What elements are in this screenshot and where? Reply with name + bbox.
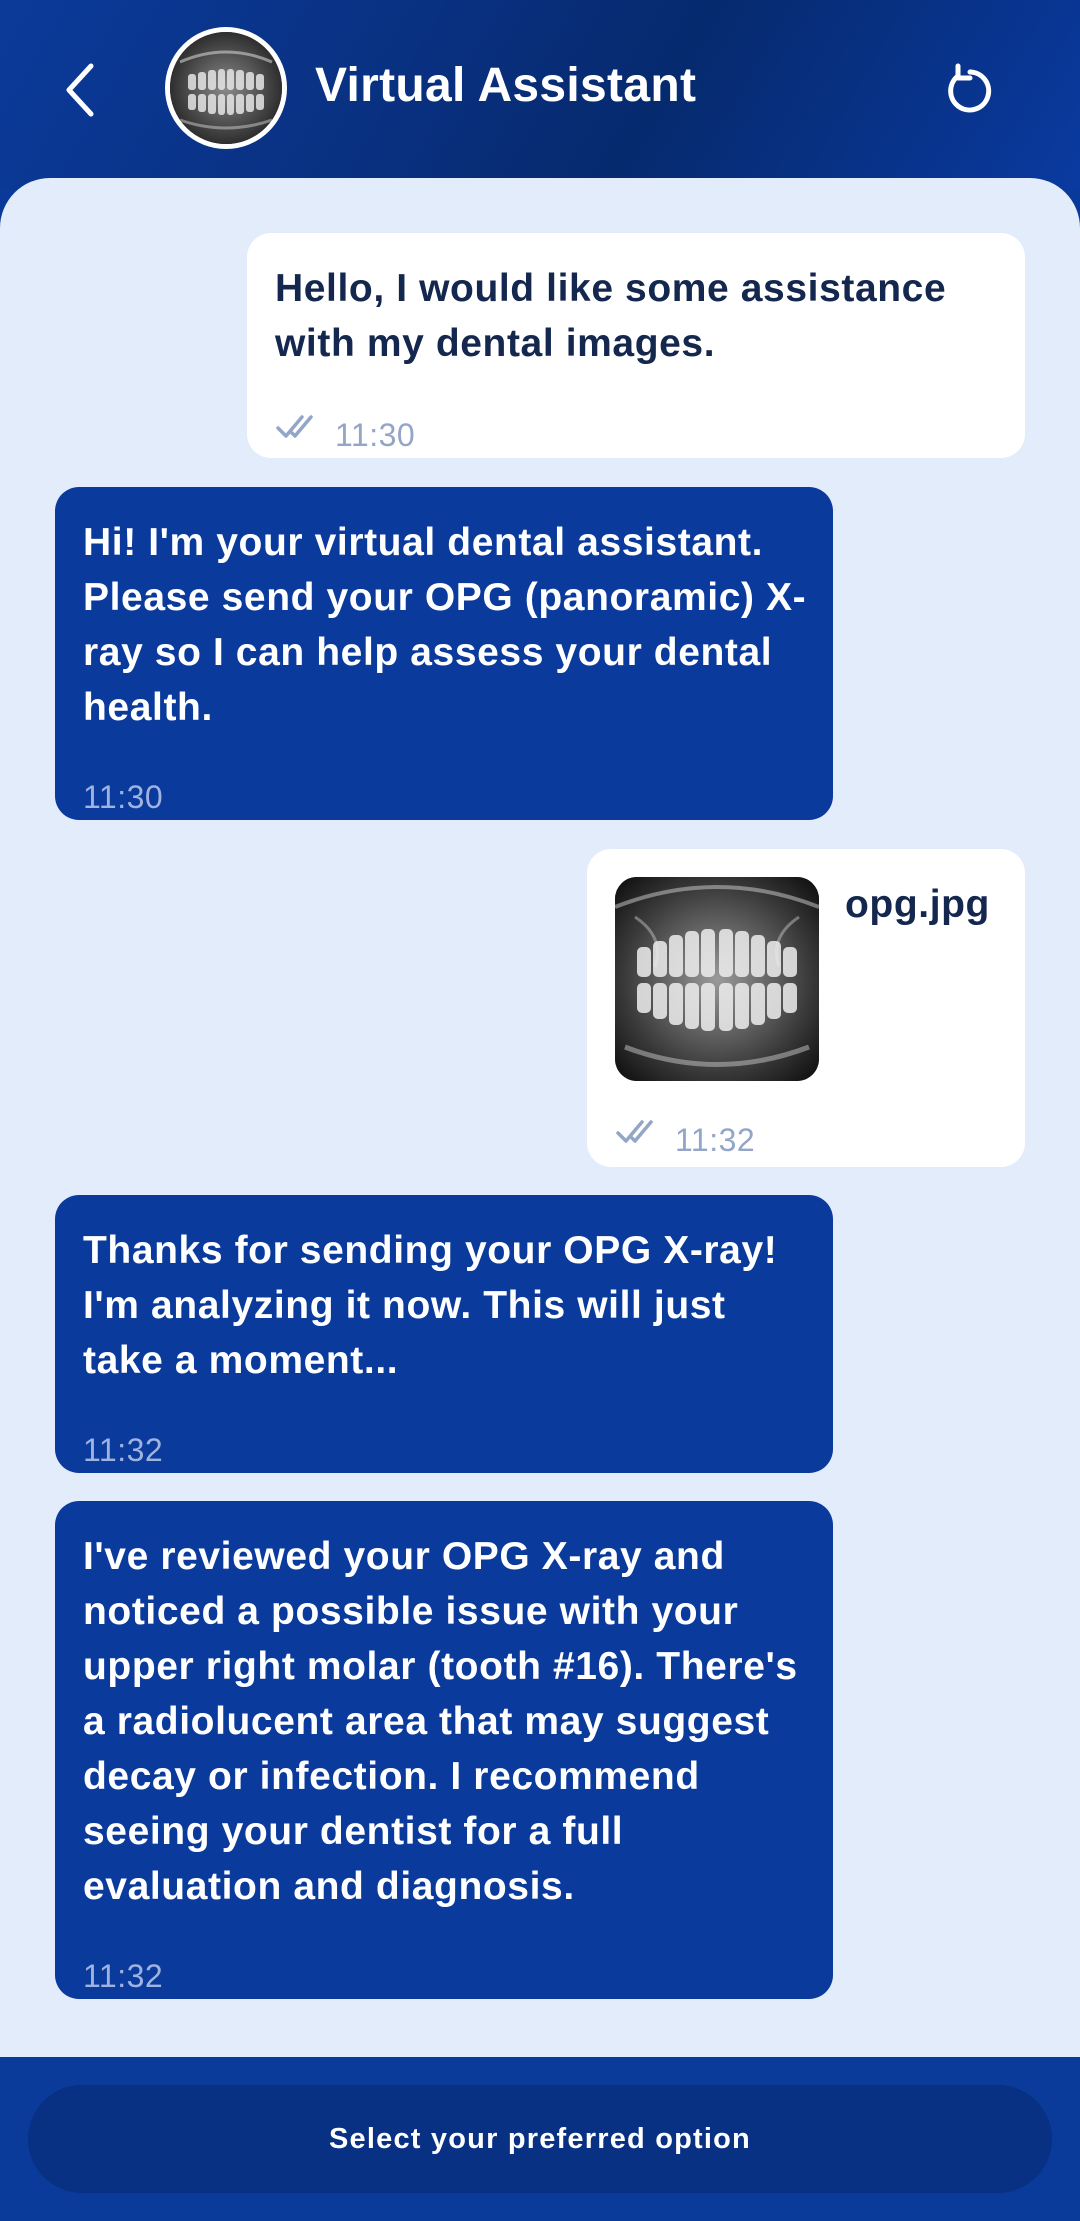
- user-image-message: opg.jpg 11:32: [587, 849, 1025, 1167]
- assistant-message: I've reviewed your OPG X-ray and noticed…: [55, 1501, 833, 1999]
- message-text: Hi! I'm your virtual dental assistant. P…: [83, 521, 807, 729]
- file-name: opg.jpg: [845, 883, 990, 926]
- refresh-icon: [948, 63, 992, 113]
- assistant-avatar: [165, 27, 287, 149]
- opg-xray-thumbnail[interactable]: [615, 877, 819, 1081]
- message-time: 11:30: [335, 417, 416, 453]
- chevron-left-icon: [66, 63, 94, 117]
- chat-header: Virtual Assistant: [0, 0, 1080, 190]
- message-time: 11:32: [83, 1432, 164, 1468]
- header-title: Virtual Assistant: [315, 59, 697, 112]
- select-option-button[interactable]: Select your preferred option: [28, 2085, 1052, 2193]
- message-time: 11:32: [83, 1958, 164, 1994]
- user-message: Hello, I would like some assistance with…: [247, 233, 1025, 458]
- message-text: Thanks for sending your OPG X-ray! I'm a…: [83, 1229, 778, 1382]
- assistant-message: Hi! I'm your virtual dental assistant. P…: [55, 487, 833, 820]
- reset-chat-button[interactable]: [940, 55, 1000, 125]
- back-button[interactable]: [50, 50, 110, 130]
- chat-messages[interactable]: Hello, I would like some assistance with…: [0, 178, 1080, 2058]
- message-text: Hello, I would like some assistance with…: [275, 267, 947, 365]
- double-check-icon: [276, 415, 313, 438]
- assistant-message: Thanks for sending your OPG X-ray! I'm a…: [55, 1195, 833, 1473]
- message-time: 11:30: [83, 779, 164, 815]
- message-time: 11:32: [675, 1122, 756, 1158]
- double-check-icon: [616, 1120, 653, 1143]
- chat-footer: Select your preferred option: [0, 2057, 1080, 2221]
- message-text: I've reviewed your OPG X-ray and noticed…: [83, 1535, 798, 1908]
